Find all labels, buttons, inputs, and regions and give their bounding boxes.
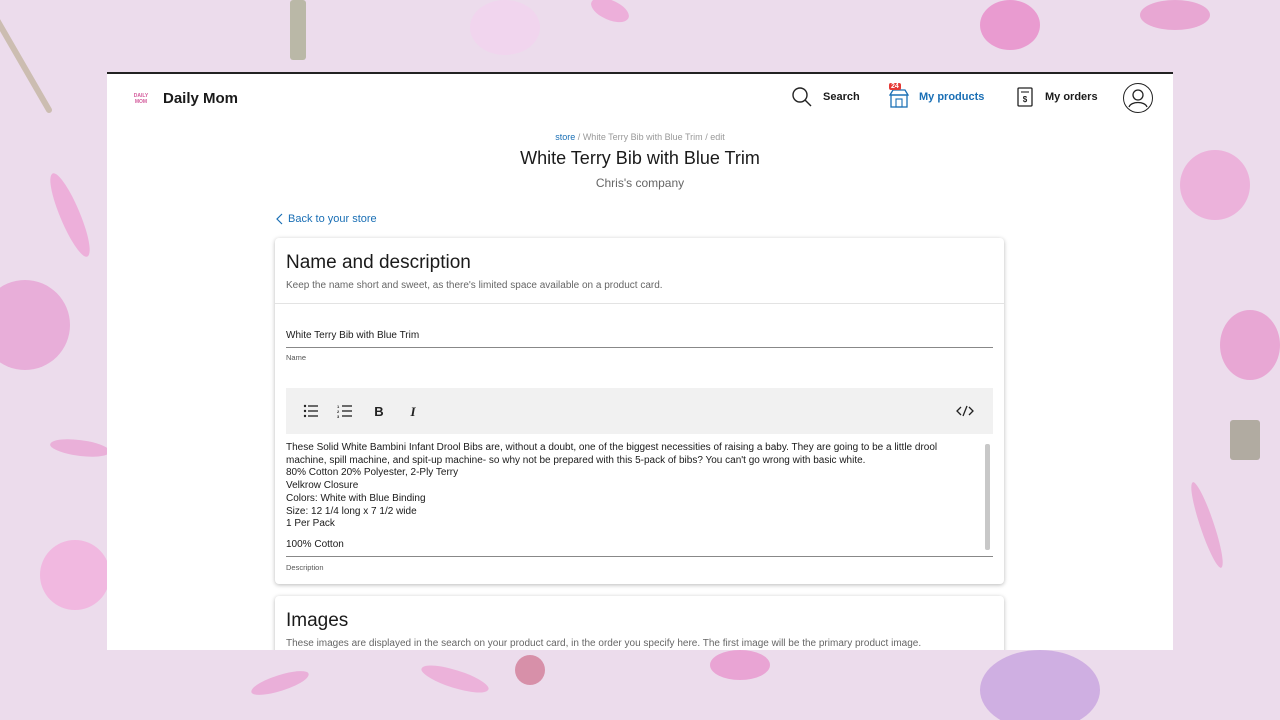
numbered-list-icon: 1 2 3 (337, 404, 352, 418)
editor-toolbar: 1 2 3 B I (286, 388, 993, 434)
svg-text:3: 3 (337, 414, 340, 418)
petal-decoration (248, 667, 312, 699)
petal-decoration (41, 169, 99, 261)
divider (275, 303, 1004, 304)
description-line: 80% Cotton 20% Polyester, 2-Ply Terry (286, 467, 459, 479)
nav-my-products[interactable]: 24 My products (889, 83, 985, 108)
stem-decoration (0, 15, 54, 115)
flower-decoration (470, 0, 540, 55)
italic-icon: I (409, 404, 416, 418)
description-line: 1 Per Pack (286, 518, 335, 530)
stem-decoration (290, 0, 306, 60)
svg-text:MOM: MOM (135, 99, 147, 105)
breadcrumb-action: edit (710, 132, 725, 142)
bold-button[interactable]: B (370, 402, 388, 420)
flower-decoration (980, 0, 1040, 50)
name-input-label: Name (286, 353, 307, 362)
logo-icon: DAILY MOM (134, 93, 149, 105)
description-line: These Solid White Bambini Infant Drool B… (286, 442, 938, 466)
code-view-button[interactable] (956, 402, 974, 420)
petal-decoration (1185, 480, 1229, 570)
code-icon (956, 405, 974, 417)
flower-decoration (40, 540, 110, 610)
images-card: Images These images are displayed in the… (275, 596, 1004, 650)
description-line: Velkrow Closure (286, 480, 359, 492)
nav-search[interactable]: Search (791, 86, 860, 108)
flower-decoration (1220, 310, 1280, 380)
top-bar: DAILY MOM Daily Mom Search 24 My product… (107, 74, 1173, 126)
app-window: DAILY MOM Daily Mom Search 24 My product… (107, 72, 1173, 650)
petal-decoration (587, 0, 633, 29)
section-subtitle: These images are displayed in the search… (286, 638, 922, 649)
brand-logo[interactable]: DAILY MOM (129, 88, 153, 108)
bullet-list-icon (303, 404, 318, 418)
description-line: Colors: White with Blue Binding (286, 492, 426, 504)
svg-text:B: B (374, 404, 383, 418)
breadcrumb-store[interactable]: store (555, 132, 575, 142)
description-underline (286, 556, 993, 557)
section-title: Name and description (286, 252, 471, 273)
company-name: Chris's company (595, 176, 685, 190)
brand-name[interactable]: Daily Mom (163, 90, 238, 107)
bold-icon: B (374, 404, 383, 418)
description-scrollbar[interactable] (985, 444, 990, 550)
breadcrumb: store / White Terry Bib with Blue Trim /… (107, 132, 1173, 142)
flower-decoration (710, 650, 770, 680)
petal-decoration (419, 658, 491, 700)
description-editor[interactable]: These Solid White Bambini Infant Drool B… (286, 442, 978, 554)
flower-decoration (0, 280, 70, 370)
products-badge: 24 (889, 83, 901, 90)
nav-my-products-label: My products (919, 91, 985, 103)
orders-icon: $ (1017, 87, 1033, 107)
italic-button[interactable]: I (404, 402, 422, 420)
flower-decoration (980, 650, 1100, 720)
flower-decoration (1180, 150, 1250, 220)
breadcrumb-separator: / (705, 132, 708, 142)
user-avatar[interactable] (1123, 83, 1153, 113)
petal-decoration (49, 434, 111, 462)
stem-decoration (1230, 420, 1260, 460)
chevron-left-icon (276, 213, 283, 225)
description-line: 100% Cotton (286, 538, 344, 550)
flower-decoration (1140, 0, 1210, 30)
page-title: White Terry Bib with Blue Trim (520, 148, 760, 168)
breadcrumb-product: White Terry Bib with Blue Trim (582, 132, 703, 142)
name-input[interactable]: White Terry Bib with Blue Trim (286, 330, 419, 341)
bud-decoration (515, 655, 545, 685)
name-input-underline (286, 347, 993, 348)
nav-search-label: Search (823, 91, 860, 103)
store-icon: 24 (889, 83, 909, 108)
back-link-label: Back to your store (288, 213, 377, 225)
back-to-store-link[interactable]: Back to your store (276, 213, 377, 225)
nav-my-orders-label: My orders (1045, 91, 1098, 103)
section-subtitle: Keep the name short and sweet, as there'… (286, 280, 663, 291)
description-line: Size: 12 1/4 long x 7 1/2 wide (286, 505, 417, 517)
bullet-list-button[interactable] (302, 402, 320, 420)
breadcrumb-separator: / (577, 132, 581, 142)
name-description-card: Name and description Keep the name short… (275, 238, 1004, 584)
section-title: Images (286, 610, 349, 631)
numbered-list-button[interactable]: 1 2 3 (336, 402, 354, 420)
search-icon (792, 87, 812, 107)
svg-text:$: $ (1023, 95, 1028, 104)
user-icon (1128, 89, 1148, 108)
svg-text:I: I (409, 404, 416, 418)
nav-my-orders[interactable]: $ My orders (1015, 86, 1098, 108)
description-label: Description (286, 563, 324, 572)
